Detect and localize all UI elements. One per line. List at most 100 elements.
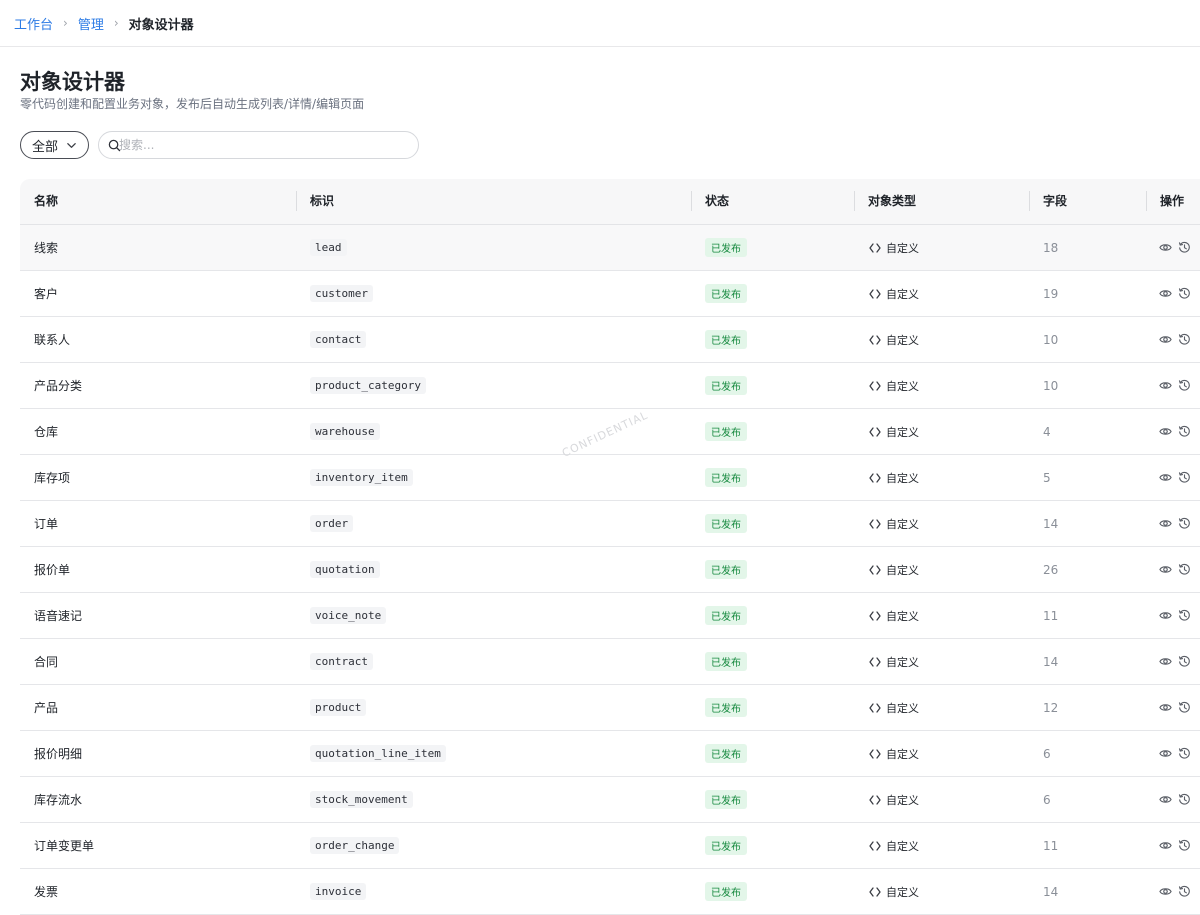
breadcrumb-workbench[interactable]: 工作台 bbox=[14, 14, 53, 33]
status-cell: 已发布 bbox=[705, 317, 747, 362]
object-key-cell: customer bbox=[310, 271, 373, 316]
column-header-key: 标识 bbox=[310, 194, 335, 208]
history-icon[interactable] bbox=[1178, 425, 1191, 438]
field-count: 14 bbox=[1043, 516, 1059, 531]
eye-icon[interactable] bbox=[1159, 287, 1172, 300]
table-row[interactable]: 发票 invoice 已发布 自定义 14 bbox=[20, 869, 1200, 915]
eye-icon[interactable] bbox=[1159, 379, 1172, 392]
table-row[interactable]: 产品 product 已发布 自定义 12 bbox=[20, 685, 1200, 731]
history-icon[interactable] bbox=[1178, 379, 1191, 392]
status-cell: 已发布 bbox=[705, 455, 747, 500]
code-icon bbox=[869, 334, 881, 345]
history-icon[interactable] bbox=[1178, 793, 1191, 806]
history-icon[interactable] bbox=[1178, 471, 1191, 484]
table-row[interactable]: 库存流水 stock_movement 已发布 自定义 6 bbox=[20, 777, 1200, 823]
object-type-cell: 自定义 bbox=[869, 501, 919, 546]
status-filter-value: 全部 bbox=[32, 139, 59, 155]
table-row[interactable]: 产品分类 product_category 已发布 自定义 10 bbox=[20, 363, 1200, 409]
field-count: 6 bbox=[1043, 792, 1051, 807]
code-icon bbox=[869, 840, 881, 851]
object-name: 客户 bbox=[34, 287, 59, 301]
object-key-cell: product_category bbox=[310, 363, 426, 408]
field-count: 6 bbox=[1043, 746, 1051, 761]
column-divider bbox=[691, 191, 692, 211]
eye-icon[interactable] bbox=[1159, 747, 1172, 760]
field-count: 10 bbox=[1043, 332, 1059, 347]
table-row[interactable]: 合同 contract 已发布 自定义 14 bbox=[20, 639, 1200, 685]
table-row[interactable]: 语音速记 voice_note 已发布 自定义 11 bbox=[20, 593, 1200, 639]
history-icon[interactable] bbox=[1178, 747, 1191, 760]
row-actions bbox=[1159, 547, 1191, 592]
object-key-cell: lead bbox=[310, 225, 347, 270]
table-row[interactable]: 线索 lead 已发布 自定义 18 bbox=[20, 225, 1200, 271]
eye-icon[interactable] bbox=[1159, 885, 1172, 898]
table-row[interactable]: 订单变更单 order_change 已发布 自定义 11 bbox=[20, 823, 1200, 869]
object-key: warehouse bbox=[310, 423, 380, 440]
table-row[interactable]: 报价明细 quotation_line_item 已发布 自定义 6 bbox=[20, 731, 1200, 777]
code-icon bbox=[869, 426, 881, 437]
table-row[interactable]: 库存项 inventory_item 已发布 自定义 5 bbox=[20, 455, 1200, 501]
object-type-cell: 自定义 bbox=[869, 639, 919, 684]
history-icon[interactable] bbox=[1178, 701, 1191, 714]
object-name: 联系人 bbox=[34, 333, 71, 347]
status-badge: 已发布 bbox=[705, 790, 747, 809]
object-type: 自定义 bbox=[886, 655, 919, 669]
history-icon[interactable] bbox=[1178, 287, 1191, 300]
eye-icon[interactable] bbox=[1159, 425, 1172, 438]
search-input[interactable] bbox=[119, 133, 409, 157]
eye-icon[interactable] bbox=[1159, 609, 1172, 622]
status-badge: 已发布 bbox=[705, 330, 747, 349]
object-name: 产品 bbox=[34, 701, 59, 715]
history-icon[interactable] bbox=[1178, 241, 1191, 254]
table-row[interactable]: 订单 order 已发布 自定义 14 bbox=[20, 501, 1200, 547]
eye-icon[interactable] bbox=[1159, 655, 1172, 668]
field-count: 14 bbox=[1043, 884, 1059, 899]
history-icon[interactable] bbox=[1178, 333, 1191, 346]
object-key: inventory_item bbox=[310, 469, 413, 486]
field-count: 12 bbox=[1043, 700, 1059, 715]
status-cell: 已发布 bbox=[705, 731, 747, 776]
object-key: customer bbox=[310, 285, 373, 302]
object-name: 语音速记 bbox=[34, 609, 83, 623]
object-key-cell: order bbox=[310, 501, 354, 546]
breadcrumb-admin[interactable]: 管理 bbox=[78, 14, 104, 33]
history-icon[interactable] bbox=[1178, 885, 1191, 898]
status-filter-select[interactable]: 全部 bbox=[20, 131, 89, 159]
column-header-actions: 操作 bbox=[1160, 194, 1185, 208]
eye-icon[interactable] bbox=[1159, 563, 1172, 576]
eye-icon[interactable] bbox=[1159, 517, 1172, 530]
code-icon bbox=[869, 702, 881, 713]
object-key: order_change bbox=[310, 837, 400, 854]
history-icon[interactable] bbox=[1178, 563, 1191, 576]
object-type-cell: 自定义 bbox=[869, 317, 919, 362]
table-row[interactable]: 客户 customer 已发布 自定义 19 bbox=[20, 271, 1200, 317]
object-name: 库存项 bbox=[34, 471, 71, 485]
history-icon[interactable] bbox=[1178, 609, 1191, 622]
row-actions bbox=[1159, 363, 1191, 408]
object-key-cell: quotation bbox=[310, 547, 380, 592]
column-divider bbox=[296, 191, 297, 211]
column-header-type: 对象类型 bbox=[868, 194, 917, 208]
status-badge: 已发布 bbox=[705, 514, 747, 533]
object-key: lead bbox=[310, 239, 347, 256]
eye-icon[interactable] bbox=[1159, 793, 1172, 806]
eye-icon[interactable] bbox=[1159, 241, 1172, 254]
table-row[interactable]: 联系人 contact 已发布 自定义 10 bbox=[20, 317, 1200, 363]
eye-icon[interactable] bbox=[1159, 471, 1172, 484]
history-icon[interactable] bbox=[1178, 655, 1191, 668]
table-row[interactable]: 仓库 warehouse 已发布 自定义 4 bbox=[20, 409, 1200, 455]
object-name: 库存流水 bbox=[34, 793, 83, 807]
table-header: 名称 标识 状态 对象类型 字段 操作 bbox=[20, 179, 1200, 225]
object-name: 仓库 bbox=[34, 425, 59, 439]
history-icon[interactable] bbox=[1178, 517, 1191, 530]
code-icon bbox=[869, 288, 881, 299]
breadcrumb-current: 对象设计器 bbox=[128, 17, 194, 33]
object-name: 订单 bbox=[34, 517, 59, 531]
history-icon[interactable] bbox=[1178, 839, 1191, 852]
status-badge: 已发布 bbox=[705, 744, 747, 763]
eye-icon[interactable] bbox=[1159, 839, 1172, 852]
eye-icon[interactable] bbox=[1159, 701, 1172, 714]
object-type-cell: 自定义 bbox=[869, 869, 919, 914]
table-row[interactable]: 报价单 quotation 已发布 自定义 26 bbox=[20, 547, 1200, 593]
eye-icon[interactable] bbox=[1159, 333, 1172, 346]
